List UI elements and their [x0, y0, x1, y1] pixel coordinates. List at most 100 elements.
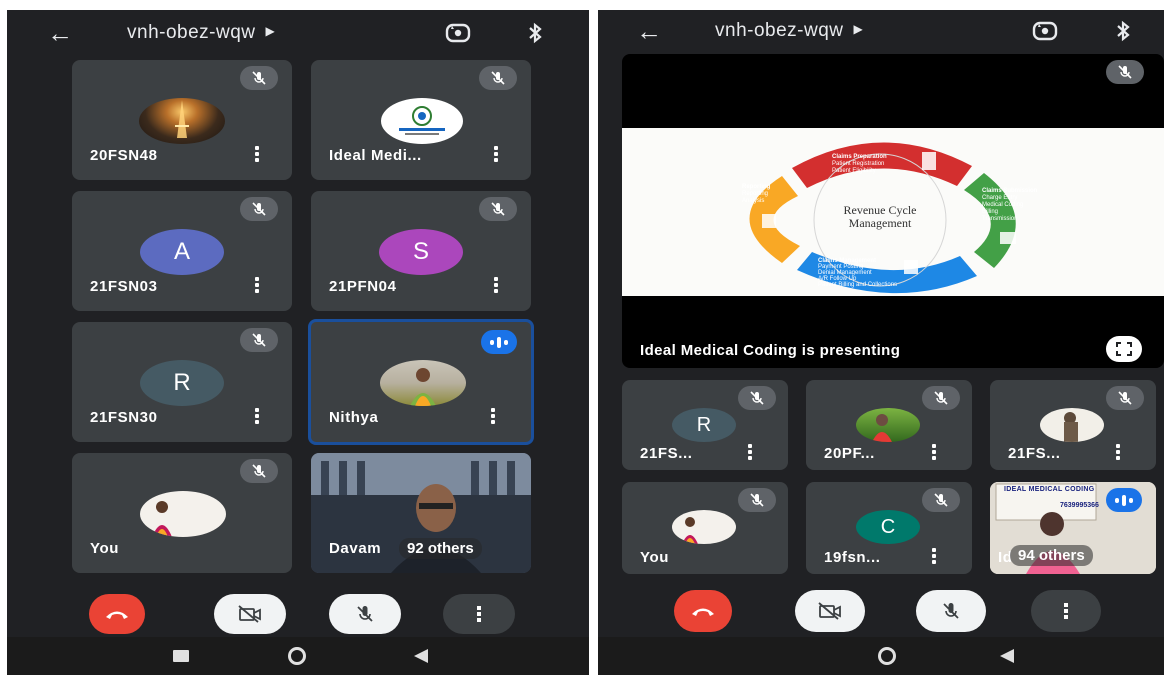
- left-phone-screen: ← vnh-obez-wqw ▶ 20FSN48 Ideal Medi... A…: [7, 10, 589, 675]
- mic-off-icon: [1106, 386, 1144, 410]
- speaking-indicator-icon: [481, 330, 517, 354]
- participant-tile[interactable]: C 19fsn...: [806, 482, 972, 574]
- organization-logo: [381, 98, 463, 144]
- more-options-icon[interactable]: [255, 146, 259, 162]
- back-arrow-icon[interactable]: ←: [636, 18, 662, 44]
- bluetooth-icon[interactable]: [1110, 19, 1136, 43]
- diagram-center-text: Revenue Cycle Management: [822, 204, 938, 230]
- end-call-button[interactable]: [674, 590, 732, 632]
- bluetooth-icon[interactable]: [522, 21, 548, 45]
- more-options-icon[interactable]: [255, 277, 259, 293]
- avatar-initial: C: [880, 515, 896, 538]
- participant-name: 21FS...: [1008, 445, 1061, 462]
- participant-photo: [672, 510, 736, 544]
- microphone-toggle-button[interactable]: [916, 590, 986, 632]
- avatar-initial: A: [173, 238, 190, 265]
- back-nav-icon[interactable]: [414, 649, 428, 663]
- participant-tile[interactable]: R 21FS...: [622, 380, 788, 470]
- mic-off-icon: [943, 603, 959, 619]
- microphone-toggle-button[interactable]: [329, 594, 401, 634]
- more-options-icon[interactable]: [255, 408, 259, 424]
- more-options-icon[interactable]: [491, 408, 495, 424]
- home-icon[interactable]: [878, 647, 896, 665]
- switch-camera-icon[interactable]: [445, 21, 471, 45]
- back-nav-icon[interactable]: [1000, 649, 1014, 663]
- participant-tile[interactable]: You: [622, 482, 788, 574]
- presentation-tile[interactable]: Revenue Cycle Management Claims Preparat…: [622, 54, 1164, 368]
- more-vert-icon: [1064, 603, 1068, 619]
- more-options-icon[interactable]: [494, 146, 498, 162]
- end-call-button[interactable]: [89, 594, 145, 634]
- top-bar: ← vnh-obez-wqw ▶: [598, 10, 1164, 56]
- recents-icon[interactable]: [173, 650, 189, 662]
- section-reporting: Reporting Reporting Analysis: [742, 184, 802, 205]
- participant-name: 20FSN48: [90, 147, 158, 164]
- camera-toggle-button[interactable]: [795, 590, 865, 632]
- mic-off-icon: [738, 386, 776, 410]
- android-nav-bar: [598, 637, 1164, 675]
- more-options-icon[interactable]: [932, 444, 936, 460]
- section-bullet: Transmission: [982, 216, 1018, 222]
- mic-off-icon: [357, 606, 373, 622]
- camera-off-icon: [238, 605, 261, 623]
- participant-name: 19fsn...: [824, 549, 881, 566]
- participant-video-tile[interactable]: Davam 92 others: [311, 453, 531, 573]
- participant-name: You: [90, 540, 120, 557]
- mic-off-icon: [1106, 60, 1144, 84]
- home-icon[interactable]: [288, 647, 306, 665]
- avatar-initial: R: [173, 369, 191, 396]
- meeting-code[interactable]: vnh-obez-wqw ▶: [127, 22, 275, 44]
- participant-tile[interactable]: 20PF...: [806, 380, 972, 470]
- fullscreen-icon: [1116, 342, 1132, 356]
- section-claims-preparation: Claims Preparation Patient Registration …: [832, 154, 932, 175]
- participant-tile[interactable]: Ideal Medi...: [311, 60, 531, 180]
- more-options-icon[interactable]: [932, 548, 936, 564]
- more-options-icon[interactable]: [494, 277, 498, 293]
- more-options-icon[interactable]: [1116, 444, 1120, 460]
- participant-name: 21PFN04: [329, 278, 397, 295]
- meeting-code-text: vnh-obez-wqw: [715, 20, 844, 41]
- participant-tile[interactable]: S 21PFN04: [311, 191, 531, 311]
- mic-off-icon: [922, 488, 960, 512]
- mic-off-icon: [240, 459, 278, 483]
- meeting-code[interactable]: vnh-obez-wqw ▶: [715, 20, 863, 42]
- video-banner-text: IDEAL MEDICAL CODING: [1004, 486, 1095, 493]
- camera-toggle-button[interactable]: [214, 594, 286, 634]
- participant-tile[interactable]: 20FSN48: [72, 60, 292, 180]
- section-bullet: Charge Entry: [982, 195, 1018, 201]
- participant-tile[interactable]: You: [72, 453, 292, 573]
- back-arrow-icon[interactable]: ←: [47, 20, 73, 46]
- hang-up-icon: [692, 608, 714, 616]
- hang-up-icon: [106, 611, 128, 619]
- participant-tile[interactable]: 21FS...: [990, 380, 1156, 470]
- participant-avatar: C: [856, 510, 920, 544]
- participant-tile-speaking[interactable]: Nithya: [308, 319, 534, 445]
- participant-name: Nithya: [329, 409, 379, 426]
- section-bullet: Medical Coding: [982, 202, 1024, 208]
- fullscreen-button[interactable]: [1106, 336, 1142, 362]
- participant-tile[interactable]: A 21FSN03: [72, 191, 292, 311]
- switch-camera-icon[interactable]: [1032, 19, 1058, 43]
- avatar-initial: R: [696, 413, 712, 436]
- speaking-indicator-icon: [1106, 488, 1142, 512]
- section-bullet: Billing: [982, 209, 999, 215]
- presenting-label: Ideal Medical Coding is presenting: [640, 342, 901, 359]
- others-count-badge[interactable]: 92 others: [399, 538, 482, 559]
- participant-tile[interactable]: R 21FSN30: [72, 322, 292, 442]
- participant-name: Ideal Medi...: [329, 147, 422, 164]
- more-options-button[interactable]: [1031, 590, 1101, 632]
- participant-video-tile[interactable]: IDEAL MEDICAL CODING 7639995366 Id 94 ot…: [990, 482, 1156, 574]
- section-bullet: Patient Registration: [832, 161, 885, 167]
- participant-avatar: S: [379, 229, 463, 275]
- caret-right-icon: ▶: [853, 22, 864, 36]
- more-options-button[interactable]: [443, 594, 515, 634]
- video-phone-text: 7639995366: [1060, 502, 1099, 509]
- more-options-icon[interactable]: [748, 444, 752, 460]
- section-bullet: Patient Billing and Collections: [818, 282, 898, 288]
- participant-photo: [380, 360, 466, 406]
- mic-off-icon: [479, 66, 517, 90]
- participant-name: 21FS...: [640, 445, 693, 462]
- others-count-badge[interactable]: 94 others: [1010, 545, 1093, 566]
- participant-name: 21FSN30: [90, 409, 158, 426]
- section-title: Reporting: [742, 184, 771, 190]
